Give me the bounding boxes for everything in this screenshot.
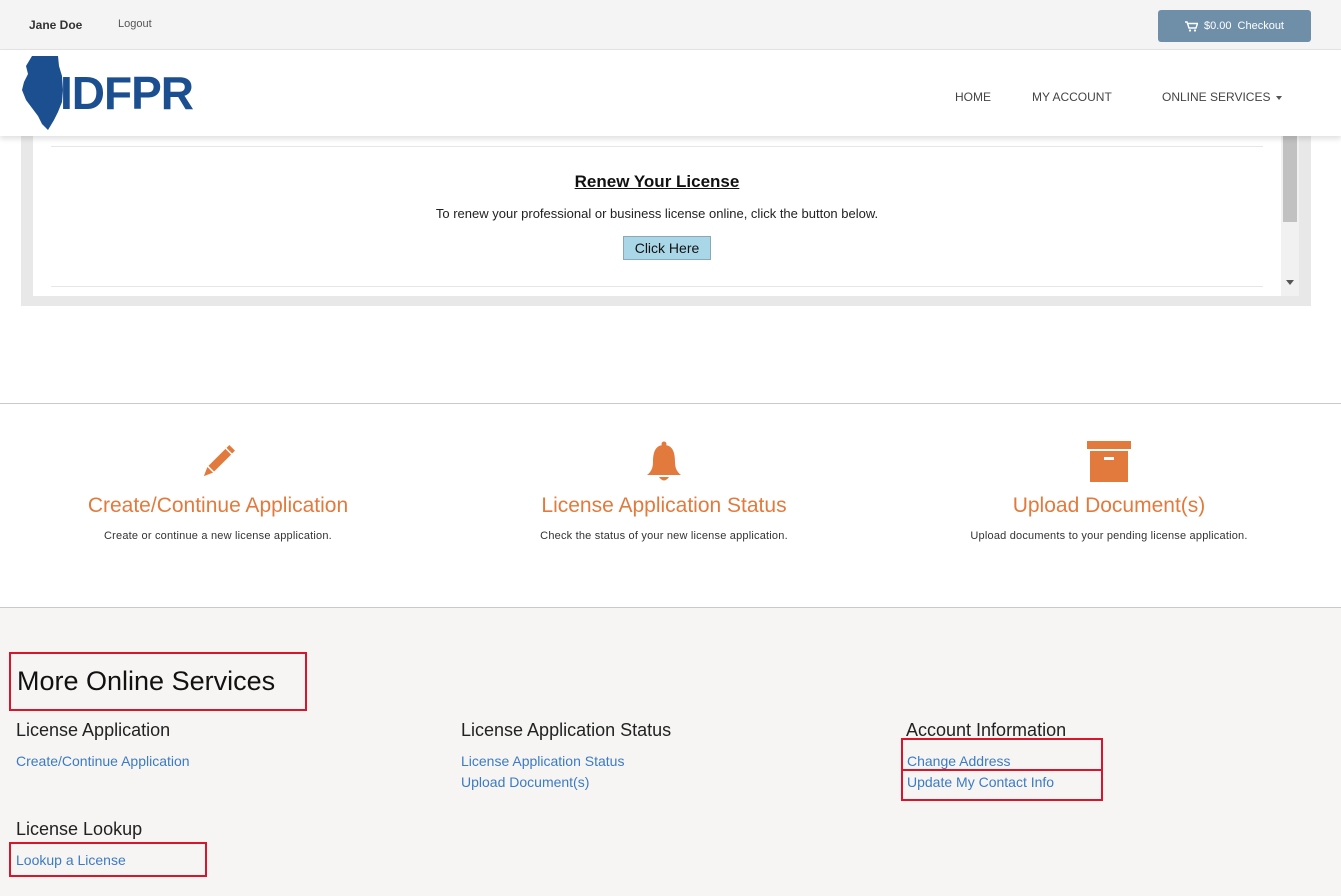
idfpr-logo[interactable]: IDFPR	[18, 54, 194, 132]
divider	[51, 286, 1263, 287]
section-license-lookup-title: License Lookup	[16, 819, 143, 839]
bell-icon	[647, 441, 681, 481]
renew-title: Renew Your License	[574, 172, 740, 191]
click-here-button[interactable]: Click Here	[623, 236, 711, 260]
renew-scrollbar[interactable]	[1281, 136, 1299, 296]
site-header: IDFPR HOME MY ACCOUNT ONLINE SERVICES	[0, 50, 1341, 136]
scroll-thumb[interactable]	[1283, 136, 1297, 222]
nav-online-services-label: ONLINE SERVICES	[1162, 90, 1271, 104]
more-online-services: More Online Services License Application…	[0, 608, 1341, 896]
section-license-application-title: License Application	[16, 720, 171, 740]
feature-description: Create or continue a new license applica…	[104, 530, 332, 542]
feature-title[interactable]: License Application Status	[454, 494, 874, 518]
archive-box-icon	[1087, 441, 1131, 482]
nav-home[interactable]: HOME	[955, 90, 991, 104]
section-license-status-title: License Application Status	[461, 720, 672, 740]
section-divider	[0, 403, 1341, 404]
link-license-application-status[interactable]: License Application Status	[461, 753, 624, 769]
feature-upload-documents[interactable]: Upload Document(s) Upload documents to y…	[899, 440, 1319, 542]
highlight-box	[901, 769, 1103, 801]
feature-description: Upload documents to your pending license…	[970, 530, 1248, 542]
feature-create-application[interactable]: Create/Continue Application Create or co…	[8, 440, 428, 542]
highlight-box	[901, 738, 1103, 771]
user-name: Jane Doe	[29, 18, 83, 32]
feature-application-status[interactable]: License Application Status Check the sta…	[454, 440, 874, 542]
highlight-box	[9, 652, 307, 711]
logo-text: IDFPR	[60, 67, 194, 119]
link-upload-documents[interactable]: Upload Document(s)	[461, 774, 589, 790]
pencil-icon	[203, 445, 235, 477]
link-create-continue-application[interactable]: Create/Continue Application	[16, 753, 190, 769]
cart-amount: $0.00	[1203, 20, 1232, 32]
scroll-down-arrow-icon[interactable]	[1286, 280, 1294, 285]
nav-my-account[interactable]: MY ACCOUNT	[1032, 90, 1112, 104]
top-bar: Jane Doe Logout $0.00 Checkout	[0, 0, 1341, 50]
highlight-box	[9, 842, 207, 877]
illinois-state-icon	[22, 56, 63, 130]
nav-online-services[interactable]: ONLINE SERVICES	[1162, 90, 1283, 104]
feature-description: Check the status of your new license app…	[540, 530, 788, 542]
feature-title[interactable]: Create/Continue Application	[8, 494, 428, 518]
divider	[51, 146, 1263, 147]
renew-content: Renew Your License To renew your profess…	[33, 136, 1281, 296]
checkout-button[interactable]: $0.00 Checkout	[1158, 10, 1311, 42]
renew-panel: Renew Your License To renew your profess…	[21, 136, 1311, 306]
cart-icon	[1184, 20, 1198, 32]
renew-description: To renew your professional or business l…	[435, 206, 879, 221]
caret-down-icon	[1276, 95, 1283, 100]
logout-link[interactable]: Logout	[118, 18, 152, 30]
checkout-label: Checkout	[1237, 20, 1284, 32]
feature-title[interactable]: Upload Document(s)	[899, 494, 1319, 518]
